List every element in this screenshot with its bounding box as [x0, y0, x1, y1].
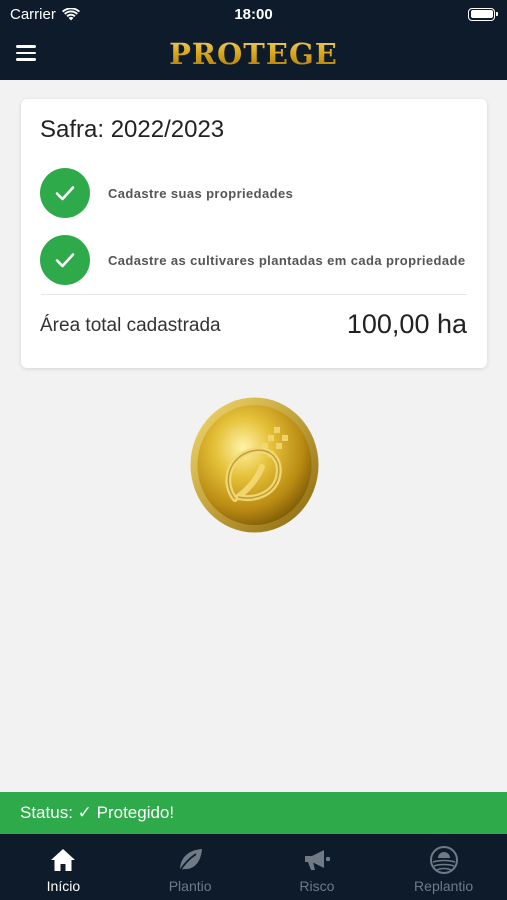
- check-icon: [40, 168, 90, 218]
- tab-risco[interactable]: Risco: [262, 846, 372, 894]
- season-summary-card: Safra: 2022/2023 Cadastre suas proprieda…: [21, 99, 487, 368]
- season-title: Safra: 2022/2023: [40, 116, 225, 143]
- tab-label: Replantio: [414, 878, 474, 894]
- battery-icon: [468, 7, 498, 21]
- step-label: Cadastre suas propriedades: [108, 185, 294, 201]
- status-bar: Carrier 18:00: [0, 0, 507, 28]
- tab-label: Início: [46, 878, 81, 894]
- wifi-icon: [61, 7, 80, 20]
- total-area-value: 100,00 ha: [346, 309, 467, 339]
- tab-replantio[interactable]: Replantio: [389, 846, 499, 894]
- step-register-cultivars[interactable]: Cadastre as cultivares plantadas em cada…: [40, 235, 466, 285]
- step-label: Cadastre as cultivares plantadas em cada…: [108, 252, 466, 268]
- divider: [41, 294, 467, 295]
- tab-label: Plantio: [168, 878, 212, 894]
- status-text: Status: ✓ Protegido!: [20, 803, 175, 822]
- step-register-properties[interactable]: Cadastre suas propriedades: [40, 168, 293, 218]
- home-icon: [49, 846, 77, 874]
- check-icon: [40, 235, 90, 285]
- hamburger-menu-icon[interactable]: [16, 42, 38, 64]
- total-area-label: Área total cadastrada: [40, 315, 221, 336]
- protection-coin-icon: [190, 397, 319, 533]
- tab-plantio[interactable]: Plantio: [135, 846, 245, 894]
- tab-inicio[interactable]: Início: [8, 846, 118, 894]
- carrier-label: Carrier: [10, 5, 56, 23]
- field-sun-icon: [429, 846, 459, 874]
- tab-label: Risco: [299, 878, 335, 894]
- leaf-icon: [176, 846, 204, 874]
- bottom-tab-bar: Início Plantio Risco Replantio: [0, 834, 507, 900]
- protection-status-banner: Status: ✓ Protegido!: [0, 792, 507, 834]
- app-header: PROTEGE: [0, 28, 507, 80]
- carrier-group: Carrier: [10, 6, 80, 23]
- app-logo: PROTEGE: [169, 37, 338, 71]
- megaphone-icon: [302, 846, 332, 874]
